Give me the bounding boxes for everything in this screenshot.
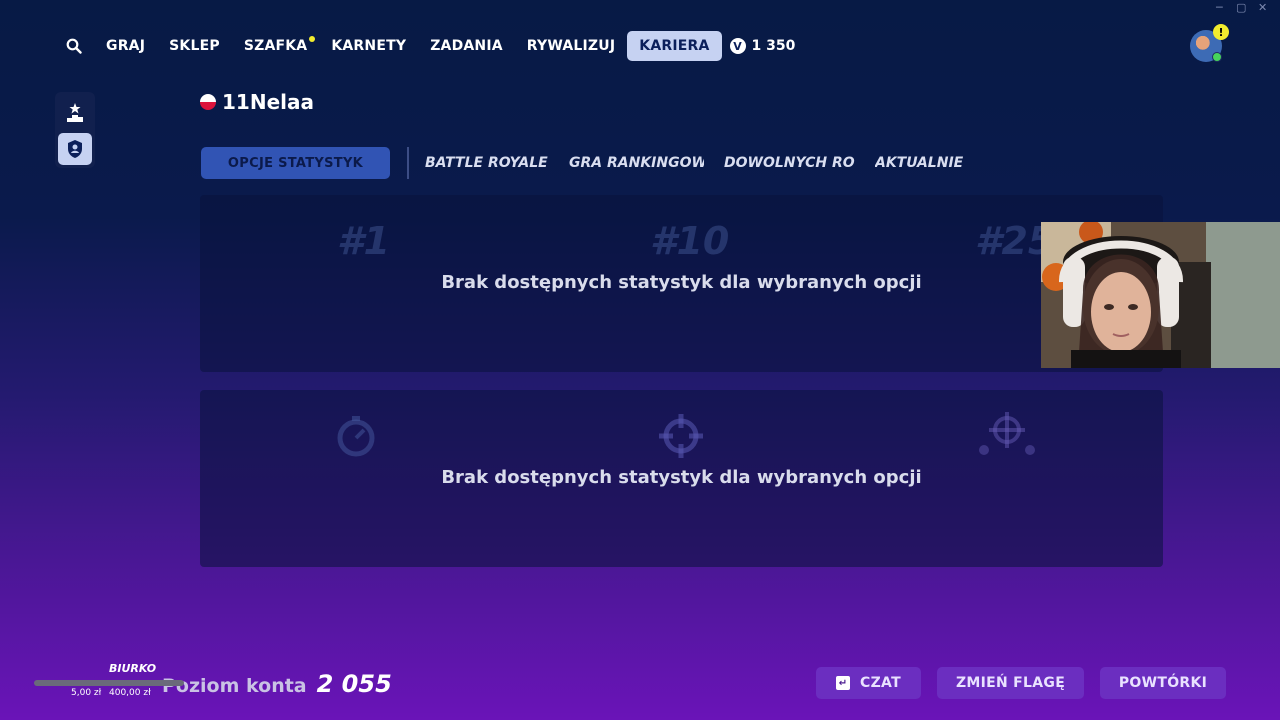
donation-min: 5,00 zł bbox=[71, 688, 102, 698]
nav-rywalizuj[interactable]: RYWALIZUJ bbox=[515, 31, 627, 61]
rank-1-label: #1 bbox=[337, 219, 390, 263]
no-stats-message: Brak dostępnych statystyk dla wybranych … bbox=[441, 467, 922, 488]
filter-battle-royale[interactable]: BATTLE ROYALE bbox=[425, 155, 549, 171]
main-nav: GRAJ SKLEP SZAFKA KARNETY ZADANIA RYWALI… bbox=[60, 30, 803, 62]
nav-kariera[interactable]: KARIERA bbox=[627, 31, 722, 61]
stats-filter-bar: OPCJE STATYSTYK BATTLE ROYALE GRA RANKIN… bbox=[201, 147, 985, 179]
filter-ranked[interactable]: GRA RANKINGOW bbox=[569, 155, 704, 171]
stopwatch-icon bbox=[337, 416, 375, 457]
nav-karnety[interactable]: KARNETY bbox=[319, 31, 418, 61]
notification-dot bbox=[309, 36, 316, 42]
streamer-webcam-image bbox=[1041, 222, 1280, 368]
minimize-icon[interactable]: ─ bbox=[1216, 1, 1223, 14]
donation-goal-title: BIURKO bbox=[109, 662, 157, 675]
close-icon[interactable]: ✕ bbox=[1258, 1, 1267, 14]
no-stats-message: Brak dostępnych statystyk dla wybranych … bbox=[441, 272, 922, 293]
crosshair-icon bbox=[659, 414, 703, 458]
webcam-overlay bbox=[1041, 222, 1280, 368]
nav-label: GRAJ bbox=[106, 38, 146, 54]
chat-button[interactable]: ↵ CZAT bbox=[816, 667, 921, 699]
rail-leaderboard-button[interactable] bbox=[58, 96, 92, 128]
change-flag-button[interactable]: ZMIEŃ FLAGĘ bbox=[937, 667, 1084, 699]
shield-icon bbox=[68, 140, 82, 158]
search-icon bbox=[66, 38, 82, 54]
nav-label: KARNETY bbox=[331, 38, 407, 54]
level-label: Poziom konta bbox=[162, 675, 307, 697]
stats-options-button[interactable]: OPCJE STATYSTYK bbox=[201, 147, 390, 179]
filter-mode[interactable]: DOWOLNYCH RO: bbox=[724, 155, 855, 171]
nav-zadania[interactable]: ZADANIA bbox=[418, 31, 515, 61]
nav-label: SKLEP bbox=[169, 38, 220, 54]
rank-10-label: #10 bbox=[650, 219, 730, 263]
alert-badge: ! bbox=[1213, 24, 1229, 40]
vbucks-balance[interactable]: V 1 350 bbox=[722, 38, 804, 54]
vbucks-icon: V bbox=[729, 38, 746, 54]
poland-flag-icon bbox=[200, 94, 216, 110]
enter-key-icon: ↵ bbox=[836, 676, 851, 690]
nav-label: ZADANIA bbox=[430, 38, 503, 54]
nav-label: KARIERA bbox=[639, 38, 710, 54]
replays-button[interactable]: POWTÓRKI bbox=[1100, 667, 1226, 699]
career-side-rail bbox=[55, 92, 95, 168]
vbucks-amount: 1 350 bbox=[751, 38, 796, 54]
podium-star-icon bbox=[67, 103, 83, 122]
filter-season[interactable]: AKTUALNIE bbox=[875, 155, 965, 171]
crosshair-group-icon bbox=[979, 412, 1035, 455]
account-level: Poziom konta 2 055 bbox=[162, 670, 392, 698]
online-status-indicator bbox=[1212, 52, 1222, 62]
divider bbox=[407, 147, 409, 179]
nav-label: RYWALIZUJ bbox=[526, 38, 616, 54]
nav-graj[interactable]: GRAJ bbox=[94, 31, 157, 61]
level-value: 2 055 bbox=[316, 670, 392, 698]
player-name: 11Nelaa bbox=[222, 90, 314, 114]
nav-szafka[interactable]: SZAFKA bbox=[232, 31, 320, 61]
combat-stats-panel: Brak dostępnych statystyk dla wybranych … bbox=[200, 390, 1163, 567]
rail-profile-button[interactable] bbox=[58, 133, 92, 165]
donation-max: 400,00 zł bbox=[109, 688, 151, 698]
nav-label: SZAFKA bbox=[243, 38, 308, 54]
search-button[interactable] bbox=[60, 32, 88, 60]
chat-label: CZAT bbox=[860, 675, 901, 691]
placement-stats-panel: #1 #10 #25 Brak dostępnych statystyk dla… bbox=[200, 195, 1163, 372]
donation-progress-bar bbox=[34, 680, 184, 686]
player-header: 11Nelaa bbox=[200, 90, 314, 114]
nav-sklep[interactable]: SKLEP bbox=[157, 31, 232, 61]
maximize-icon[interactable]: ▢ bbox=[1236, 1, 1246, 14]
